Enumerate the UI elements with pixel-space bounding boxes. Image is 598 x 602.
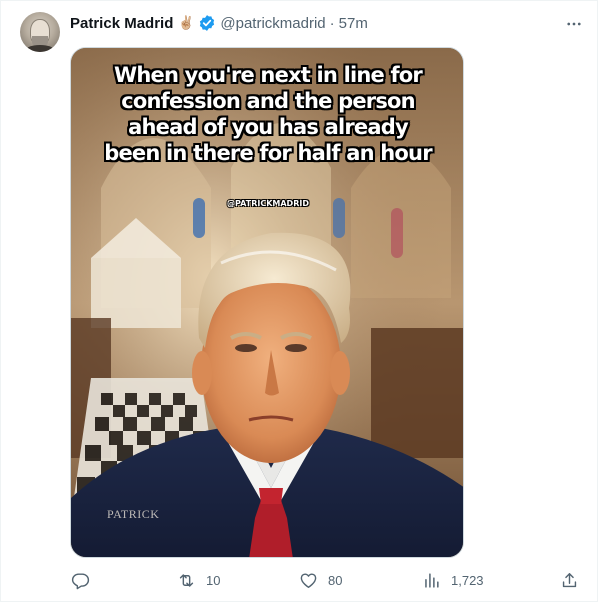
views-chart-icon: [421, 570, 441, 590]
reply-icon: [70, 570, 90, 590]
retweet-count: 10: [206, 572, 221, 588]
author-handle[interactable]: @patrickmadrid: [220, 15, 325, 32]
reply-button[interactable]: [70, 568, 100, 592]
share-icon: [559, 570, 579, 590]
caption-line: ahead of you has already: [128, 115, 409, 139]
more-horizontal-icon[interactable]: [563, 13, 585, 35]
like-button[interactable]: 80: [298, 568, 342, 592]
image-signature: PATRICK: [107, 507, 160, 521]
avatar-shirt: [24, 45, 56, 52]
victory-hand-emoji: ✌🏼: [178, 15, 195, 30]
separator-dot: ·: [329, 14, 335, 32]
caption-line: been in there for half an hour: [104, 141, 432, 165]
views-count: 1,723: [451, 572, 484, 588]
tweet-actions-bar: 10 80 1,723: [70, 568, 585, 592]
tweet-header: Patrick Madrid ✌🏼 @patrickmadrid · 57m: [70, 13, 368, 33]
meme-caption: When you're next in line for confession …: [71, 62, 463, 166]
share-button[interactable]: [559, 568, 579, 592]
author-name[interactable]: Patrick Madrid: [70, 15, 173, 32]
retweet-icon: [176, 570, 196, 590]
tweet-media-image[interactable]: When you're next in line for confession …: [70, 47, 464, 558]
tweet-timestamp[interactable]: 57m: [339, 15, 368, 32]
views-button[interactable]: 1,723: [421, 568, 484, 592]
heart-icon: [298, 570, 318, 590]
retweet-button[interactable]: 10: [176, 568, 220, 592]
avatar[interactable]: [20, 12, 60, 52]
verified-badge-icon: [198, 14, 216, 32]
tweet-card[interactable]: Patrick Madrid ✌🏼 @patrickmadrid · 57m W…: [0, 0, 598, 602]
like-count: 80: [328, 572, 343, 588]
caption-line: When you're next in line for: [114, 63, 423, 87]
meme-watermark: @PATRICKMADRID: [227, 199, 309, 208]
caption-line: confession and the person: [121, 89, 415, 113]
